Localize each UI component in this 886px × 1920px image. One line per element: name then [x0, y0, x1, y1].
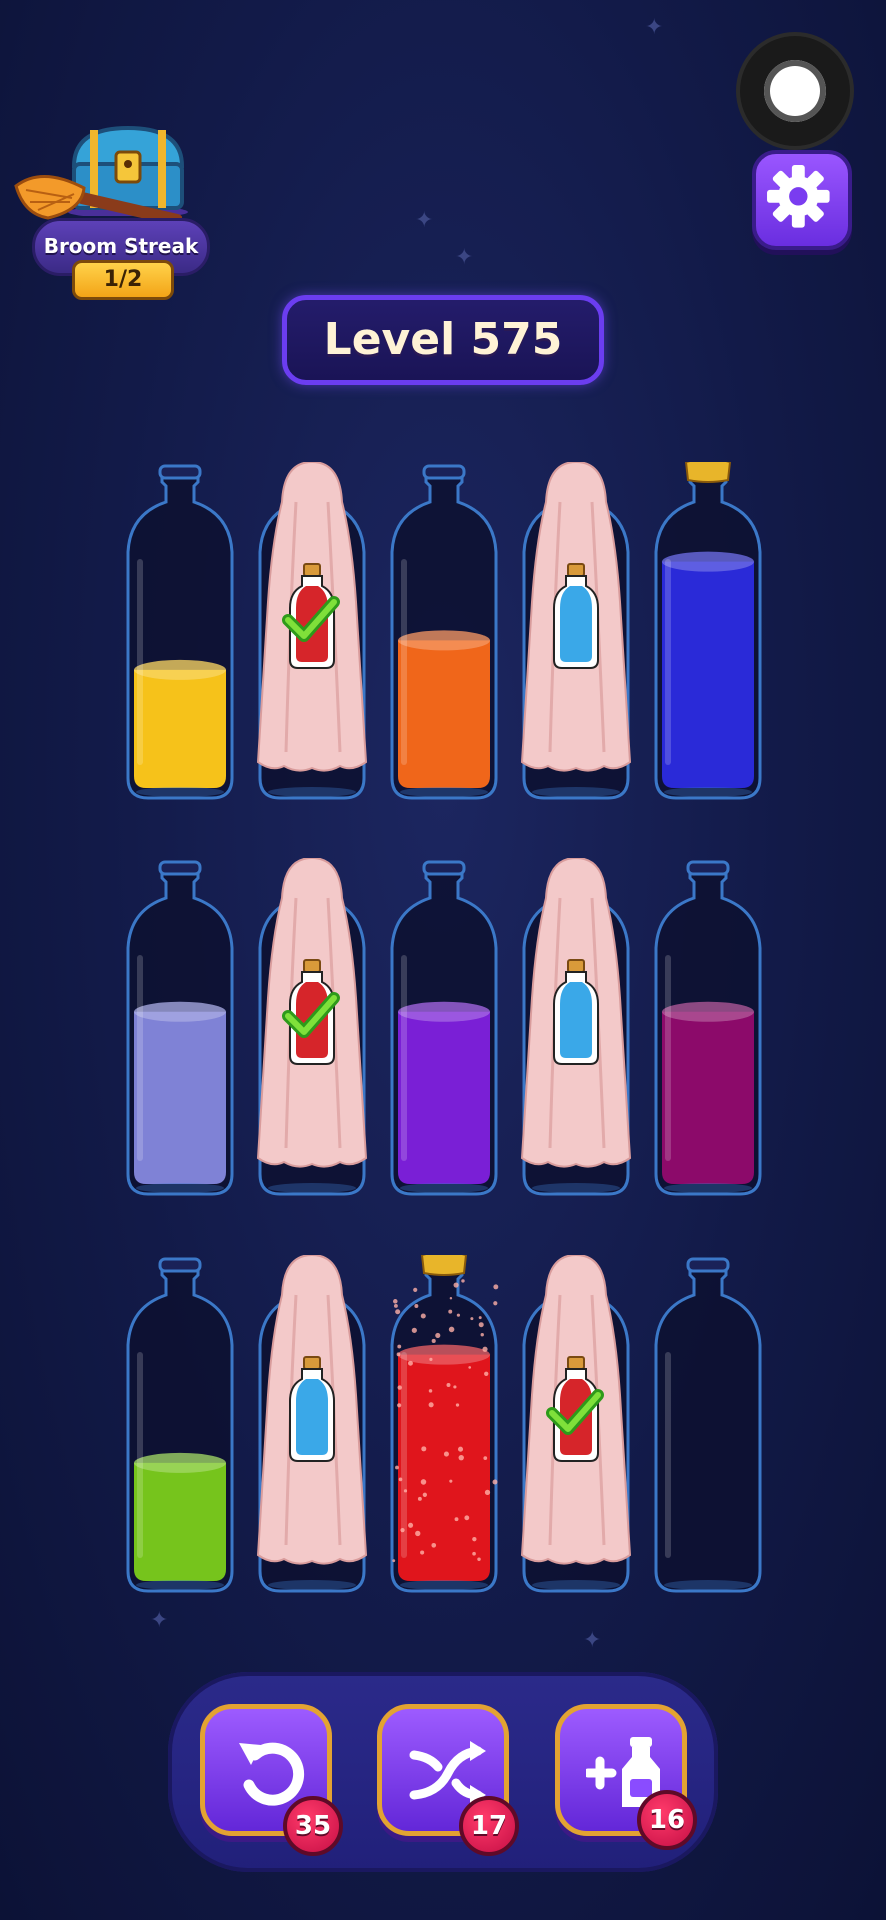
- bottle-graphic: [124, 1255, 236, 1595]
- level-title: Level 575: [282, 295, 604, 385]
- bottle-graphic: [256, 858, 368, 1198]
- bottle-graphic: [388, 858, 500, 1198]
- bottle-graphic: [256, 462, 368, 802]
- bottle-graphic: [388, 1255, 500, 1595]
- covered-bottle[interactable]: [520, 858, 632, 1198]
- liquid-layer: [134, 1012, 226, 1184]
- bottle-graphic: [520, 858, 632, 1198]
- bottle[interactable]: [652, 858, 764, 1198]
- bottle-graphic: [652, 858, 764, 1198]
- star-decor: ✦: [415, 208, 433, 233]
- bottle-graphic: [124, 858, 236, 1198]
- covered-bottle[interactable]: [256, 858, 368, 1198]
- liquid-layer: [398, 1012, 490, 1184]
- bottle[interactable]: [124, 858, 236, 1198]
- broom-streak-progress: 1/2: [72, 260, 174, 300]
- liquid-layer: [398, 640, 490, 788]
- liquid-layer: [662, 1012, 754, 1184]
- bottle-graphic: [124, 462, 236, 802]
- liquid-layer: [662, 562, 754, 788]
- bottle[interactable]: [388, 462, 500, 802]
- broom-streak-widget[interactable]: Broom Streak 1/2: [12, 118, 212, 303]
- record-circle-icon: [764, 60, 826, 122]
- cork-icon: [686, 462, 730, 482]
- covered-bottle[interactable]: [520, 1255, 632, 1595]
- cork-icon: [422, 1255, 466, 1275]
- bottle-graphic: [520, 462, 632, 802]
- bottle[interactable]: [388, 858, 500, 1198]
- shuffle-count-badge: 17: [459, 1796, 519, 1856]
- record-button[interactable]: [736, 32, 854, 150]
- bottle-graphic: [388, 462, 500, 802]
- star-decor: ✦: [645, 15, 663, 40]
- covered-bottle[interactable]: [520, 462, 632, 802]
- add-bottle-count-badge: 16: [637, 1790, 697, 1850]
- liquid-layer: [134, 670, 226, 788]
- liquid-layer: [134, 1463, 226, 1581]
- liquid-layer: [398, 1355, 490, 1581]
- undo-count-badge: 35: [283, 1796, 343, 1856]
- bottle[interactable]: [652, 1255, 764, 1595]
- completed-bottle[interactable]: [652, 462, 764, 802]
- settings-button[interactable]: [752, 150, 852, 250]
- star-decor: ✦: [583, 1628, 601, 1653]
- bottle[interactable]: [124, 1255, 236, 1595]
- bottle-graphic: [520, 1255, 632, 1595]
- covered-bottle[interactable]: [256, 1255, 368, 1595]
- bottle-graphic: [652, 462, 764, 802]
- gear-icon: [756, 154, 848, 246]
- covered-bottle[interactable]: [256, 462, 368, 802]
- bottle-graphic: [256, 1255, 368, 1595]
- bottle-graphic: [652, 1255, 764, 1595]
- completed-bottle[interactable]: [388, 1255, 500, 1595]
- star-decor: ✦: [455, 245, 473, 270]
- bottle[interactable]: [124, 462, 236, 802]
- star-decor: ✦: [150, 1608, 168, 1633]
